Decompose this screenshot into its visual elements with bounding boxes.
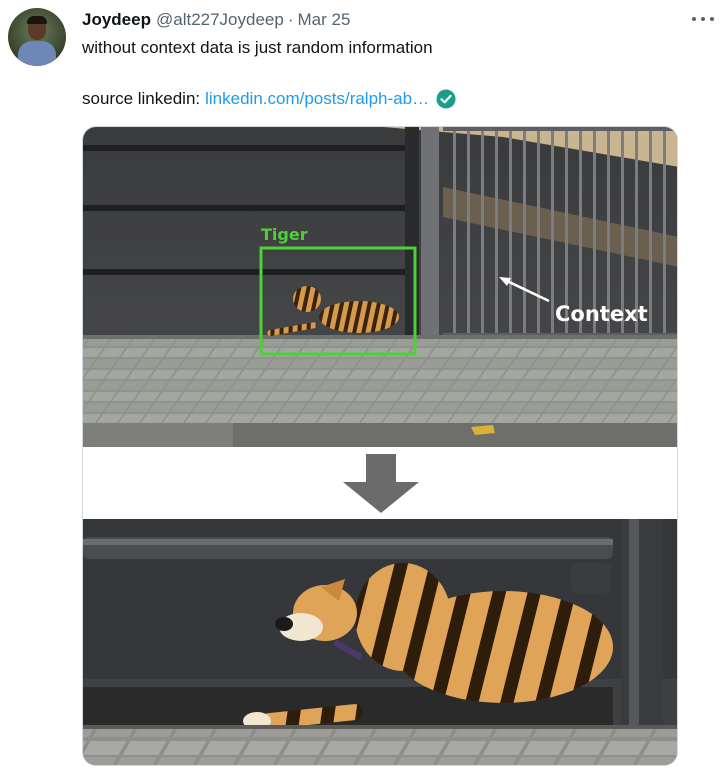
tweet-source-line: source linkedin: linkedin.com/posts/ralp…	[82, 89, 456, 109]
tweet[interactable]: Joydeep @alt227Joydeep · Mar 25 without …	[0, 0, 726, 771]
avatar[interactable]	[8, 8, 66, 66]
tweet-text-line: without context data is just random info…	[82, 38, 433, 57]
separator-dot: ·	[287, 10, 294, 29]
author-handle[interactable]: @alt227Joydeep	[156, 10, 284, 30]
tweet-image[interactable]: Tiger Context	[82, 126, 678, 766]
top-photo: Tiger Context	[83, 127, 677, 447]
more-horizontal-icon	[710, 17, 714, 21]
context-label: Context	[555, 302, 648, 326]
author-name[interactable]: Joydeep	[82, 10, 151, 30]
more-horizontal-icon	[692, 17, 696, 21]
tiger-label: Tiger	[261, 225, 308, 244]
avatar-hair	[27, 16, 47, 24]
source-link[interactable]: linkedin.com/posts/ralph-ab…	[205, 89, 429, 109]
more-options-button[interactable]	[692, 10, 714, 28]
tweet-date[interactable]: Mar 25	[298, 10, 351, 30]
bottom-photo	[83, 519, 677, 765]
source-prefix: source linkedin:	[82, 89, 201, 108]
more-horizontal-icon	[701, 17, 705, 21]
tweet-header: Joydeep @alt227Joydeep · Mar 25	[82, 10, 350, 30]
avatar-body	[18, 41, 56, 66]
check-circle-icon	[436, 89, 456, 109]
